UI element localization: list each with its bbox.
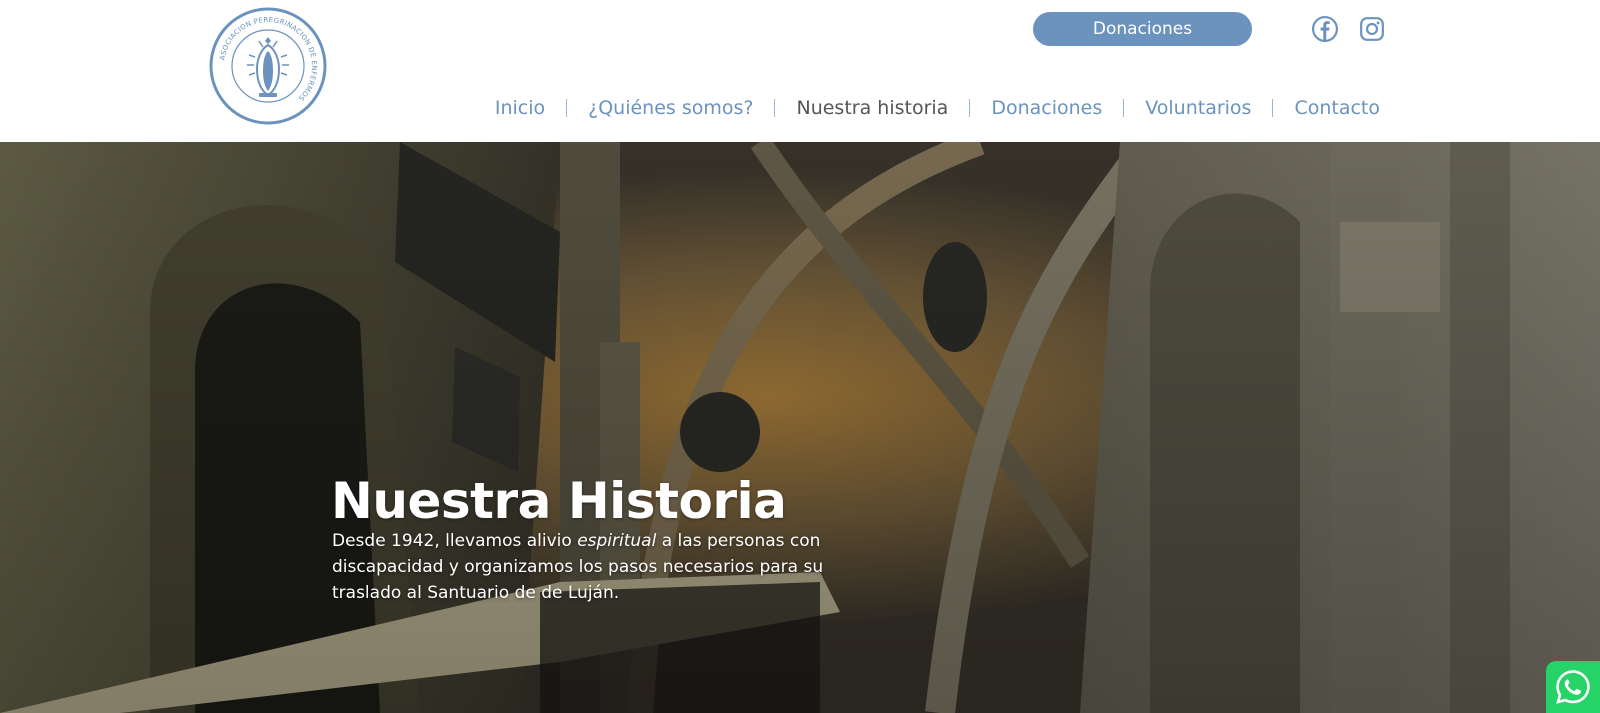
nav-divider [566,99,568,117]
nav-divider [969,99,971,117]
main-nav: Inicio ¿Quiénes somos? Nuestra historia … [495,94,1380,122]
nav-item-inicio[interactable]: Inicio [495,97,545,119]
nav-item-quienes-somos[interactable]: ¿Quiénes somos? [588,97,753,119]
nav-divider [1272,99,1274,117]
hero-section: Nuestra Historia Desde 1942, llevamos al… [0,142,1600,713]
hero-background-image [0,142,1600,713]
facebook-icon[interactable] [1312,16,1338,42]
nav-item-nuestra-historia[interactable]: Nuestra historia [796,97,948,119]
site-header: ASOCIACION PEREGRINACION DE ENFERMOS Don… [0,0,1600,142]
nav-item-voluntarios[interactable]: Voluntarios [1145,97,1251,119]
nav-item-contacto[interactable]: Contacto [1294,97,1380,119]
association-logo[interactable]: ASOCIACION PEREGRINACION DE ENFERMOS [209,7,327,125]
whatsapp-button[interactable] [1546,661,1600,713]
instagram-icon[interactable] [1359,16,1385,42]
hero-description: Desde 1942, llevamos alivio espiritual a… [332,531,824,603]
donate-button[interactable]: Donaciones [1033,12,1252,46]
nav-divider [1123,99,1125,117]
hero-title: Nuestra Historia [331,472,787,530]
whatsapp-icon [1556,670,1590,704]
nav-item-donaciones[interactable]: Donaciones [991,97,1102,119]
nav-divider [774,99,776,117]
